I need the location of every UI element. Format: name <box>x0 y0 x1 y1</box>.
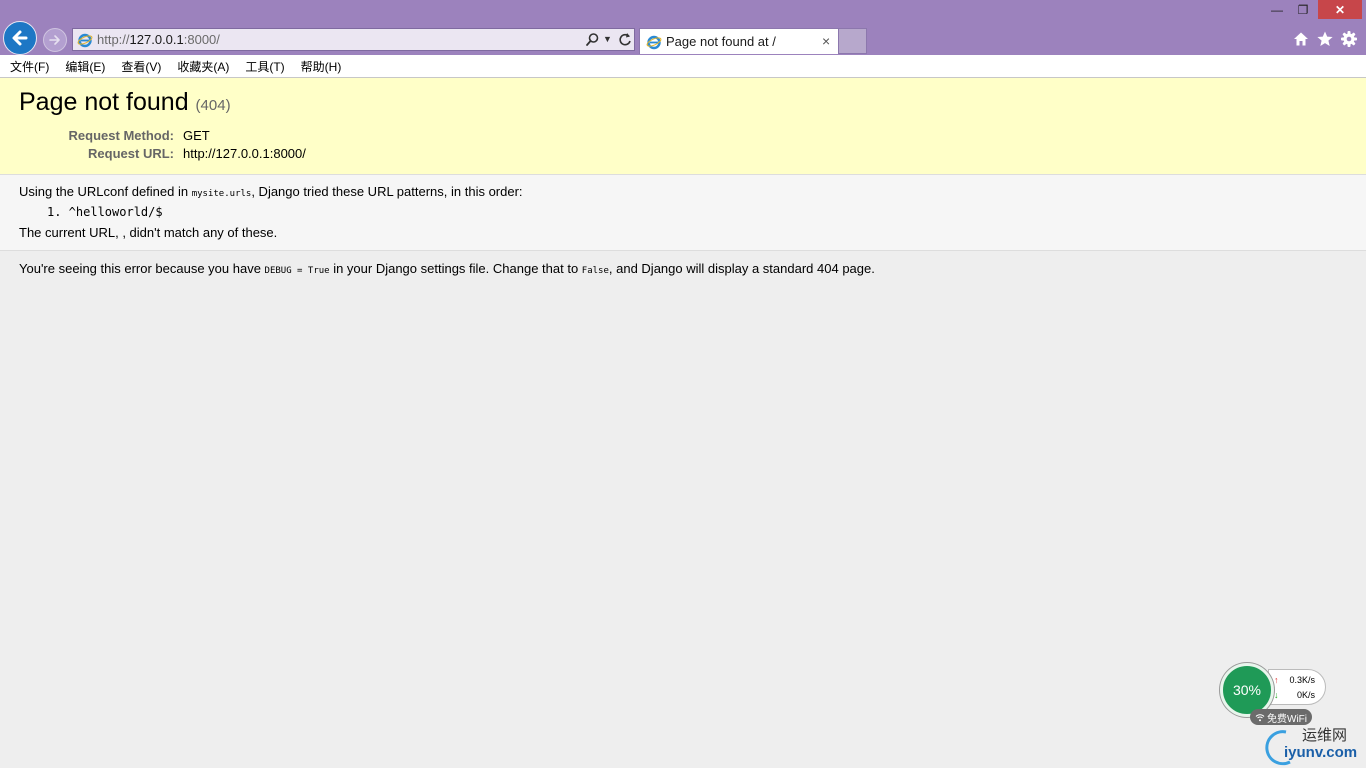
urlconf-info: Using the URLconf defined in mysite.urls… <box>0 175 1366 251</box>
tab-page-not-found[interactable]: Page not found at / × <box>639 28 839 54</box>
menu-view[interactable]: 查看(V) <box>121 58 161 75</box>
wifi-label: 免费WiFi <box>1267 713 1307 725</box>
home-icon[interactable] <box>1292 30 1310 48</box>
menu-bar: 文件(F) 编辑(E) 查看(V) 收藏夹(A) 工具(T) 帮助(H) <box>0 55 1366 78</box>
address-suffix: :8000/ <box>183 32 220 47</box>
menu-favorites[interactable]: 收藏夹(A) <box>177 58 229 75</box>
back-arrow-icon <box>12 30 28 46</box>
address-bar[interactable]: http://127.0.0.1:8000/ ▼ <box>72 28 635 51</box>
urlconf-intro-post: , Django tried these URL patterns, in th… <box>251 184 523 199</box>
watermark-cn: 运维网 <box>1302 727 1348 744</box>
page-title: Page not found (404) <box>19 88 231 117</box>
new-tab-button[interactable] <box>839 28 867 54</box>
network-speed-widget[interactable]: ↑ 0.3K/s ↓ 0K/s 30% 免费WiFi <box>1220 663 1330 727</box>
back-button[interactable] <box>3 21 37 55</box>
watermark-en: iyunv.com <box>1284 744 1358 761</box>
explanation-post: , and Django will display a standard 404… <box>608 261 875 276</box>
download-speed: 0K/s <box>1296 690 1315 700</box>
gear-icon[interactable] <box>1340 30 1358 48</box>
false-code: False <box>581 266 609 276</box>
request-url-value: http://127.0.0.1:8000/ <box>183 146 306 161</box>
tab-title: Page not found at / <box>666 34 776 49</box>
address-host: 127.0.0.1 <box>129 32 184 47</box>
menu-help[interactable]: 帮助(H) <box>301 58 342 75</box>
refresh-icon[interactable] <box>618 32 632 47</box>
address-prefix: http:// <box>97 32 130 47</box>
request-method-value: GET <box>183 128 210 143</box>
star-icon[interactable] <box>1316 30 1334 48</box>
site-watermark: 运维网 iyunv.com <box>1262 724 1362 766</box>
speed-panel: ↑ 0.3K/s ↓ 0K/s <box>1268 669 1326 705</box>
explanation-pre: You're seeing this error because you hav… <box>19 261 265 276</box>
debug-setting-code: DEBUG = True <box>264 266 330 276</box>
menu-edit[interactable]: 编辑(E) <box>65 58 105 75</box>
restore-button[interactable]: ❐ <box>1292 0 1314 19</box>
minimize-button[interactable]: — <box>1266 0 1288 19</box>
debug-explanation: You're seeing this error because you hav… <box>19 261 875 276</box>
forward-arrow-icon <box>49 35 60 45</box>
free-wifi-button[interactable]: 免费WiFi <box>1250 709 1312 725</box>
close-window-button[interactable]: ✕ <box>1318 0 1362 19</box>
explanation-mid: in your Django settings file. Change tha… <box>329 261 582 276</box>
address-text[interactable]: http://127.0.0.1:8000/ <box>97 32 220 47</box>
url-pattern-item: 1. ^helloworld/$ <box>47 205 163 219</box>
menu-tools[interactable]: 工具(T) <box>245 58 284 75</box>
search-icon[interactable] <box>585 32 600 47</box>
download-arrow-icon: ↓ <box>1274 690 1279 700</box>
upload-speed: 0.3K/s <box>1289 675 1315 685</box>
ie-logo-icon <box>77 33 93 48</box>
urlconf-intro: Using the URLconf defined in mysite.urls… <box>19 184 523 199</box>
wifi-icon <box>1255 713 1265 721</box>
current-url-message: The current URL, , didn't match any of t… <box>19 225 278 240</box>
ie-logo-icon <box>646 35 662 50</box>
upload-arrow-icon: ↑ <box>1274 675 1279 685</box>
request-url-row: Request URL: http://127.0.0.1:8000/ <box>0 146 400 164</box>
request-method-row: Request Method: GET <box>0 128 400 146</box>
request-url-label: Request URL: <box>88 146 174 161</box>
error-code: (404) <box>195 97 231 114</box>
error-title: Page not found <box>19 88 189 116</box>
urlconf-intro-pre: Using the URLconf defined in <box>19 184 192 199</box>
error-summary: Page not found (404) Request Method: GET… <box>0 78 1366 175</box>
close-icon[interactable]: × <box>822 33 830 49</box>
urlconf-module: mysite.urls <box>191 189 252 199</box>
chevron-down-icon[interactable]: ▼ <box>603 34 612 44</box>
forward-button[interactable] <box>43 28 67 52</box>
request-method-label: Request Method: <box>68 128 174 143</box>
menu-file[interactable]: 文件(F) <box>10 58 49 75</box>
browser-titlebar: — ❐ ✕ http://127.0.0.1:8000/ ▼ Page not … <box>0 0 1366 55</box>
